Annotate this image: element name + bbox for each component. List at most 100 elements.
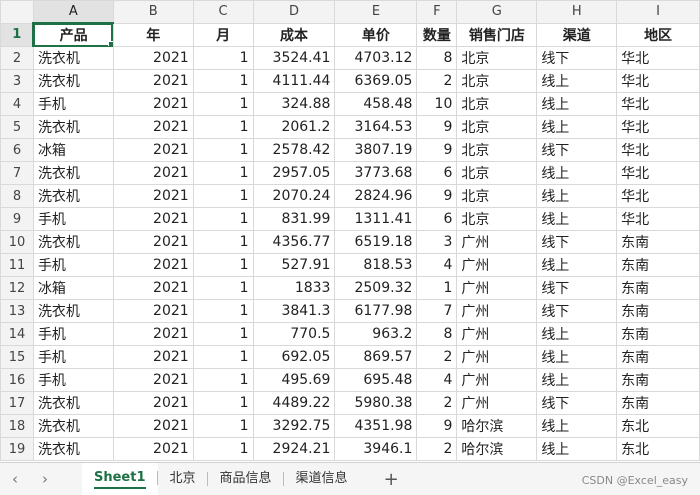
cell[interactable]: 线上 xyxy=(536,184,618,208)
cell[interactable]: 华北 xyxy=(616,207,700,231)
cell[interactable]: 2 xyxy=(416,391,458,415)
header-cell[interactable]: 数量 xyxy=(416,22,458,47)
cell[interactable]: 洗衣机 xyxy=(32,115,114,139)
cell[interactable]: 线下 xyxy=(536,138,618,162)
cell[interactable]: 1 xyxy=(192,253,254,277)
cell[interactable]: 洗衣机 xyxy=(32,46,114,70)
row-number[interactable]: 8 xyxy=(0,184,34,208)
sheet-tab[interactable]: 北京 xyxy=(158,464,208,494)
cell[interactable]: 9 xyxy=(416,138,458,162)
cell[interactable]: 线上 xyxy=(536,253,618,277)
cell[interactable]: 北京 xyxy=(456,46,538,70)
cell[interactable]: 2061.2 xyxy=(252,115,336,139)
cell[interactable]: 9 xyxy=(416,115,458,139)
row-number[interactable]: 13 xyxy=(0,299,34,323)
row-number[interactable]: 7 xyxy=(0,161,34,185)
cell[interactable]: 华北 xyxy=(616,184,700,208)
cell[interactable]: 770.5 xyxy=(252,322,336,346)
column-header-d[interactable]: D xyxy=(252,0,336,24)
cell[interactable]: 洗衣机 xyxy=(32,414,114,438)
column-header-f[interactable]: F xyxy=(416,0,458,24)
cell[interactable]: 2021 xyxy=(112,322,194,346)
cell[interactable]: 线上 xyxy=(536,161,618,185)
cell[interactable]: 6519.18 xyxy=(334,230,418,254)
cell[interactable]: 2957.05 xyxy=(252,161,336,185)
cell[interactable]: 洗衣机 xyxy=(32,437,114,461)
cell[interactable]: 手机 xyxy=(32,368,114,392)
row-number[interactable]: 11 xyxy=(0,253,34,277)
cell[interactable]: 3807.19 xyxy=(334,138,418,162)
cell[interactable]: 831.99 xyxy=(252,207,336,231)
cell[interactable]: 2 xyxy=(416,437,458,461)
cell[interactable]: 东北 xyxy=(616,414,700,438)
cell[interactable]: 北京 xyxy=(456,138,538,162)
cell[interactable]: 东北 xyxy=(616,437,700,461)
row-number[interactable]: 5 xyxy=(0,115,34,139)
row-number[interactable]: 1 xyxy=(0,22,35,47)
cell[interactable]: 1 xyxy=(192,299,254,323)
cell[interactable]: 3841.3 xyxy=(252,299,336,323)
cell[interactable]: 洗衣机 xyxy=(32,230,114,254)
sheet-tab[interactable]: Sheet1 xyxy=(82,463,158,495)
cell[interactable]: 2021 xyxy=(112,207,194,231)
cell[interactable]: 冰箱 xyxy=(32,276,114,300)
cell[interactable]: 2021 xyxy=(112,276,194,300)
cell[interactable]: 6 xyxy=(416,161,458,185)
spreadsheet-grid[interactable]: ABCDEFGHI 1 产品年月成本 单价 数量 销售门店 渠道 地区 2 洗衣机 2021 1 35… xyxy=(0,0,700,462)
cell[interactable]: 广州 xyxy=(456,368,538,392)
row-number[interactable]: 18 xyxy=(0,414,34,438)
add-sheet-button[interactable]: + xyxy=(384,469,399,490)
cell[interactable]: 4351.98 xyxy=(334,414,418,438)
column-header-i[interactable]: I xyxy=(616,0,700,24)
cell[interactable]: 广州 xyxy=(456,345,538,369)
cell[interactable]: 线上 xyxy=(536,345,618,369)
cell[interactable]: 冰箱 xyxy=(32,138,114,162)
cell[interactable]: 洗衣机 xyxy=(32,299,114,323)
cell[interactable]: 线下 xyxy=(536,391,618,415)
cell[interactable]: 东南 xyxy=(616,276,700,300)
cell[interactable]: 2021 xyxy=(112,368,194,392)
cell[interactable]: 华北 xyxy=(616,138,700,162)
cell[interactable]: 线上 xyxy=(536,115,618,139)
cell[interactable]: 广州 xyxy=(456,391,538,415)
cell[interactable]: 洗衣机 xyxy=(32,391,114,415)
cell[interactable]: 华北 xyxy=(616,46,700,70)
cell[interactable]: 4111.44 xyxy=(252,69,336,93)
column-header-h[interactable]: H xyxy=(536,0,618,24)
cell[interactable]: 1 xyxy=(192,46,254,70)
cell[interactable]: 线下 xyxy=(536,299,618,323)
cell[interactable]: 手机 xyxy=(32,345,114,369)
cell[interactable]: 2021 xyxy=(112,230,194,254)
cell[interactable]: 3946.1 xyxy=(334,437,418,461)
cell[interactable]: 1 xyxy=(192,276,254,300)
cell[interactable]: 洗衣机 xyxy=(32,69,114,93)
cell[interactable]: 哈尔滨 xyxy=(456,414,538,438)
column-header-b[interactable]: B xyxy=(112,0,194,24)
row-number[interactable]: 17 xyxy=(0,391,34,415)
cell[interactable]: 手机 xyxy=(32,322,114,346)
column-header-e[interactable]: E xyxy=(334,0,418,24)
cell[interactable]: 8 xyxy=(416,322,458,346)
cell[interactable]: 线上 xyxy=(536,207,618,231)
cell[interactable]: 北京 xyxy=(456,115,538,139)
cell[interactable]: 1 xyxy=(192,115,254,139)
cell[interactable]: 9 xyxy=(416,184,458,208)
cell[interactable]: 2021 xyxy=(112,92,194,116)
row-number[interactable]: 19 xyxy=(0,437,34,461)
cell[interactable]: 1 xyxy=(192,368,254,392)
cell[interactable]: 6369.05 xyxy=(334,69,418,93)
cell[interactable]: 3 xyxy=(416,230,458,254)
cell[interactable]: 458.48 xyxy=(334,92,418,116)
row-number[interactable]: 16 xyxy=(0,368,34,392)
cell[interactable]: 北京 xyxy=(456,184,538,208)
cell[interactable]: 线上 xyxy=(536,69,618,93)
cell[interactable]: 1 xyxy=(192,345,254,369)
cell[interactable]: 手机 xyxy=(32,253,114,277)
cell[interactable]: 3164.53 xyxy=(334,115,418,139)
cell[interactable]: 洗衣机 xyxy=(32,184,114,208)
cell[interactable]: 广州 xyxy=(456,276,538,300)
cell[interactable]: 10 xyxy=(416,92,458,116)
cell[interactable]: 2021 xyxy=(112,437,194,461)
cell[interactable]: 495.69 xyxy=(252,368,336,392)
cell[interactable]: 4 xyxy=(416,368,458,392)
